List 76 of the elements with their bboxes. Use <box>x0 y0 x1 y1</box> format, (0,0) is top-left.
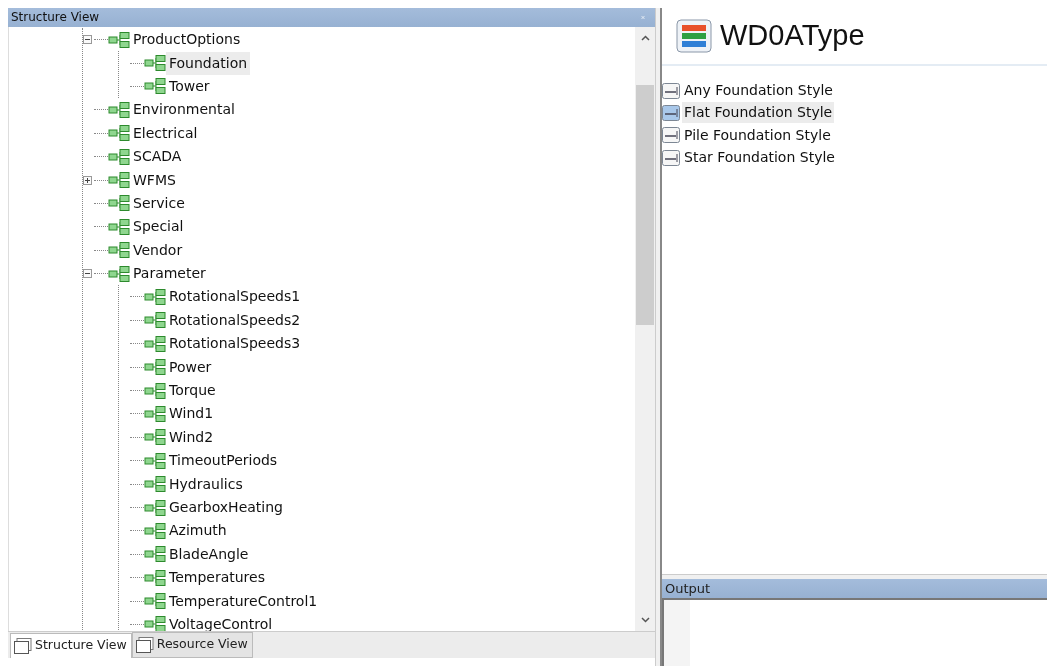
tree-item[interactable]: Electrical <box>130 121 201 145</box>
tree-item[interactable]: Hydraulics <box>166 472 246 496</box>
node-icon <box>144 522 166 539</box>
node-icon <box>108 242 130 259</box>
node-icon <box>108 101 130 118</box>
vertical-scrollbar[interactable] <box>635 27 655 631</box>
list-item[interactable]: Any Foundation Style <box>682 80 835 102</box>
scroll-down-icon[interactable] <box>640 617 650 623</box>
tree-item[interactable]: Wind1 <box>166 402 217 426</box>
tree-item[interactable]: Temperatures <box>166 566 268 590</box>
tree-item[interactable]: TemperatureControl1 <box>166 589 321 613</box>
node-icon <box>144 359 166 376</box>
node-icon <box>144 452 166 469</box>
tree-item[interactable]: SCADA <box>130 145 185 169</box>
type-icon <box>676 18 712 53</box>
node-icon <box>144 289 166 305</box>
output-title: Output <box>662 579 1047 598</box>
collapse-icon[interactable] <box>83 269 92 279</box>
node-icon <box>144 382 166 399</box>
list-item[interactable]: Star Foundation Style <box>682 147 837 169</box>
text-field-icon <box>662 127 680 144</box>
tree-item[interactable]: Environmental <box>130 98 238 122</box>
tree-item[interactable]: Special <box>130 215 187 239</box>
tree-item[interactable]: Vendor <box>130 238 186 262</box>
node-icon <box>144 569 166 586</box>
tree-item[interactable]: Power <box>166 355 215 379</box>
window-icon <box>14 637 32 654</box>
node-icon <box>144 312 166 329</box>
view-tab[interactable]: Structure View <box>10 633 132 658</box>
tree-item[interactable]: RotationalSpeeds2 <box>166 308 304 332</box>
node-icon <box>144 546 166 563</box>
tree-item[interactable]: Azimuth <box>166 519 230 543</box>
panel-title: Structure View <box>11 9 100 26</box>
tree-item[interactable]: WFMS <box>130 168 179 192</box>
node-icon <box>144 78 166 95</box>
tree-item[interactable]: Parameter <box>130 262 209 286</box>
tree-item[interactable]: Wind2 <box>166 425 217 449</box>
collapse-icon[interactable] <box>83 35 92 45</box>
node-icon <box>108 172 130 189</box>
text-field-icon <box>662 82 680 99</box>
list-item[interactable]: Flat Foundation Style <box>682 102 835 124</box>
tree-item[interactable]: RotationalSpeeds1 <box>166 285 304 309</box>
tree-item[interactable]: Service <box>130 191 188 215</box>
node-icon <box>108 125 130 142</box>
tree-item[interactable]: Torque <box>166 379 219 403</box>
node-icon <box>144 55 166 72</box>
tree-item[interactable]: RotationalSpeeds3 <box>166 332 304 356</box>
node-icon <box>144 429 166 446</box>
tree-item[interactable]: TimeoutPeriods <box>166 449 281 473</box>
splitter[interactable] <box>655 8 662 666</box>
tree-item[interactable]: Foundation <box>166 51 251 75</box>
node-icon <box>144 335 166 352</box>
tree-item[interactable]: GearboxHeating <box>166 496 286 519</box>
text-field-icon <box>662 149 680 166</box>
scroll-up-icon[interactable] <box>640 35 650 41</box>
node-icon <box>108 265 130 282</box>
node-icon <box>108 218 130 235</box>
node-icon <box>144 499 166 516</box>
type-title: WD0AType <box>720 18 865 53</box>
node-icon <box>108 31 130 48</box>
text-field-icon <box>662 104 680 121</box>
window-icon <box>135 636 154 653</box>
expand-icon[interactable] <box>83 175 92 185</box>
tree-item[interactable]: ProductOptions <box>130 28 244 52</box>
node-icon <box>108 195 130 212</box>
scrollbar-thumb[interactable] <box>636 85 654 325</box>
tree-item[interactable]: Tower <box>166 74 213 98</box>
node-icon <box>108 148 130 165</box>
node-icon <box>144 616 166 631</box>
tree-item[interactable]: BladeAngle <box>166 542 252 566</box>
node-icon <box>144 593 166 610</box>
view-tab[interactable]: Resource View <box>131 632 253 658</box>
list-item[interactable]: Pile Foundation Style <box>682 124 833 146</box>
node-icon <box>144 476 166 493</box>
tree-item[interactable]: VoltageControl <box>166 612 276 631</box>
node-icon <box>144 405 166 422</box>
